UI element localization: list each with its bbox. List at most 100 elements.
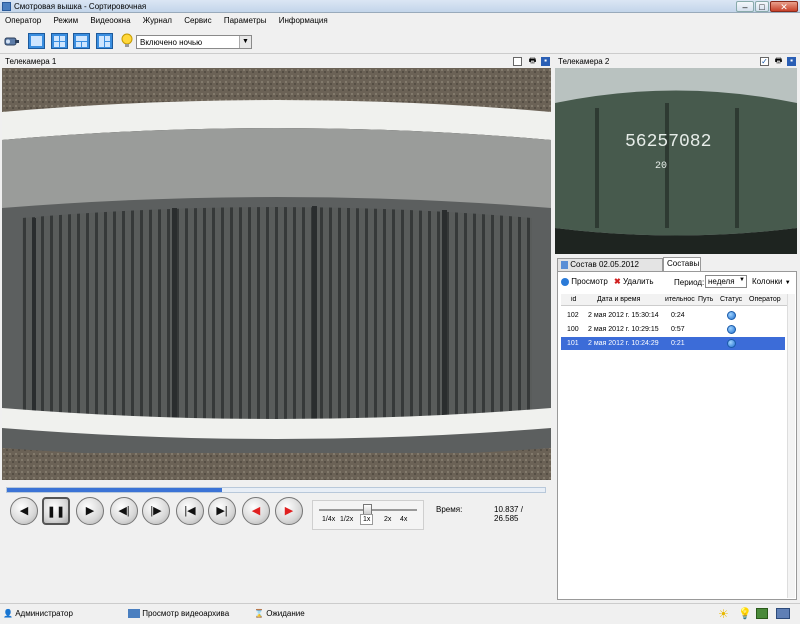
camera1-video[interactable]	[2, 68, 551, 480]
status-mode-label: Просмотр видеоархива	[142, 609, 230, 618]
row-id: 102	[567, 312, 579, 319]
table-row-selected[interactable]: 101 2 мая 2012 г. 10:24:29 0:21	[561, 337, 785, 350]
status-icon[interactable]	[727, 311, 736, 320]
period-label: Период:	[674, 278, 705, 287]
status-user[interactable]: 👤 Администратор	[3, 609, 73, 618]
row-id: 101	[567, 340, 579, 347]
row-id: 100	[567, 326, 579, 333]
col-datetime[interactable]: Дата и время	[597, 296, 640, 303]
layout-quad-icon[interactable]	[51, 33, 68, 49]
status-state: ⌛ Ожидание	[254, 609, 305, 618]
camera1-title: Телекамера 1	[5, 57, 57, 66]
frame-forward-button[interactable]: |▶	[142, 497, 170, 525]
step-back-button[interactable]: ◀	[10, 497, 38, 525]
col-track[interactable]: Путь	[698, 296, 713, 303]
save-icon[interactable]: ▪	[541, 57, 550, 66]
toolbar: Включено ночью ▼	[0, 29, 800, 54]
col-status[interactable]: Статус	[720, 296, 742, 303]
time-display: Время: 10.837 / 26.585	[430, 500, 546, 530]
speed-half[interactable]: 1/2x	[340, 516, 353, 523]
save-icon[interactable]: ▪	[787, 57, 796, 66]
camera1-header: Телекамера 1 🖶 ▪	[2, 56, 551, 67]
lightbulb-icon[interactable]: 💡	[738, 607, 752, 620]
menu-operator[interactable]: Оператор	[0, 13, 46, 28]
status-state-label: Ожидание	[266, 609, 305, 618]
lightbulb-icon	[119, 33, 136, 49]
camera2-video[interactable]: 56257082 20	[555, 68, 797, 254]
film-icon	[128, 609, 140, 619]
camera2-header: Телекамера 2 ✓ 🖶 ▪	[555, 56, 797, 67]
row-duration: 0:21	[671, 340, 685, 347]
period-value: неделя	[708, 277, 735, 286]
menu-mode[interactable]: Режим	[48, 13, 83, 28]
frame-back-button[interactable]: ◀|	[110, 497, 138, 525]
window-title: Смотровая вышка - Сортировочная	[14, 2, 147, 11]
checkbox-icon[interactable]	[513, 57, 522, 66]
go-end-button[interactable]: ▶|	[208, 497, 236, 525]
speed-4x[interactable]: 4x	[400, 516, 407, 523]
layout-single-icon[interactable]	[28, 33, 45, 49]
chevron-down-icon: ▼	[239, 36, 251, 48]
menu-video-windows[interactable]: Видеоокна	[85, 13, 135, 28]
speed-quarter[interactable]: 1/4x	[322, 516, 335, 523]
view-button-label: Просмотр	[571, 277, 608, 286]
layout-side-icon[interactable]	[96, 33, 113, 49]
menu-parameters[interactable]: Параметры	[219, 13, 272, 28]
row-datetime: 2 мая 2012 г. 10:29:15	[588, 326, 659, 333]
wagon-number: 56257082	[625, 132, 711, 152]
close-button[interactable]: ✕	[770, 1, 798, 12]
menu-journal[interactable]: Журнал	[138, 13, 177, 28]
checkbox-checked-icon[interactable]: ✓	[760, 57, 769, 66]
status-icon[interactable]	[727, 325, 736, 334]
status-mode[interactable]: Просмотр видеоархива	[128, 609, 230, 619]
maximize-button[interactable]: □	[755, 1, 769, 12]
col-operator[interactable]: Оператор	[749, 296, 781, 303]
delete-x-icon: ✖	[614, 277, 621, 286]
network-icon[interactable]	[756, 608, 768, 619]
tab-compositions[interactable]: Составы	[663, 257, 701, 271]
time-value: 10.837 / 26.585	[494, 505, 523, 523]
tab-composition-detail[interactable]: Состав 02.05.2012 10:24:29	[557, 258, 663, 281]
wagon-sub: 20	[655, 161, 667, 172]
layout-split-icon[interactable]	[73, 33, 90, 49]
minimize-button[interactable]: –	[736, 1, 754, 12]
play-button[interactable]: ▶	[76, 497, 104, 525]
hourglass-icon: ⌛	[254, 609, 264, 618]
view-button[interactable]: Просмотр	[561, 277, 608, 286]
menu-info[interactable]: Информация	[274, 13, 333, 28]
table-row[interactable]: 100 2 мая 2012 г. 10:29:15 0:57	[561, 323, 785, 336]
forward-red-button[interactable]: ▶	[275, 497, 303, 525]
computer-icon[interactable]	[776, 608, 790, 619]
play-circle-icon	[561, 277, 569, 286]
vertical-scrollbar[interactable]	[787, 294, 795, 598]
status-bar: 👤 Администратор Просмотр видеоархива ⌛ О…	[0, 603, 800, 624]
menu-service[interactable]: Сервис	[179, 13, 216, 28]
pause-button[interactable]: ❚❚	[42, 497, 70, 525]
period-select[interactable]: неделя ▼	[705, 275, 747, 288]
chevron-down-icon: ▼	[784, 280, 791, 286]
playback-progress[interactable]	[6, 487, 546, 493]
print-icon[interactable]: 🖶	[774, 57, 783, 66]
speed-1x[interactable]: 1x	[360, 514, 374, 525]
col-id[interactable]: id	[571, 296, 576, 303]
print-icon[interactable]: 🖶	[528, 57, 537, 66]
sun-icon[interactable]: ☀	[718, 607, 729, 621]
camera2-title: Телекамера 2	[558, 57, 610, 66]
status-icon[interactable]	[727, 339, 736, 348]
col-duration[interactable]: ительнос	[665, 296, 695, 303]
speed-2x[interactable]: 2x	[384, 516, 391, 523]
menu-bar: Оператор Режим Видеоокна Журнал Сервис П…	[0, 13, 800, 29]
camera-icon[interactable]	[3, 33, 20, 49]
reverse-red-button[interactable]: ◀	[242, 497, 270, 525]
row-datetime: 2 мая 2012 г. 10:24:29	[588, 340, 659, 347]
delete-button[interactable]: ✖ Удалить	[614, 277, 653, 286]
chevron-down-icon: ▼	[739, 277, 745, 283]
tab-strip: Состав 02.05.2012 10:24:29 Составы	[557, 257, 797, 281]
user-icon: 👤	[3, 609, 13, 618]
night-mode-select[interactable]: Включено ночью ▼	[136, 35, 252, 49]
row-duration: 0:57	[671, 326, 685, 333]
playback-progress-fill	[7, 488, 223, 492]
table-row[interactable]: 102 2 мая 2012 г. 15:30:14 0:24	[561, 309, 785, 322]
columns-button[interactable]: Колонки ▼	[752, 277, 791, 286]
go-start-button[interactable]: |◀	[176, 497, 204, 525]
